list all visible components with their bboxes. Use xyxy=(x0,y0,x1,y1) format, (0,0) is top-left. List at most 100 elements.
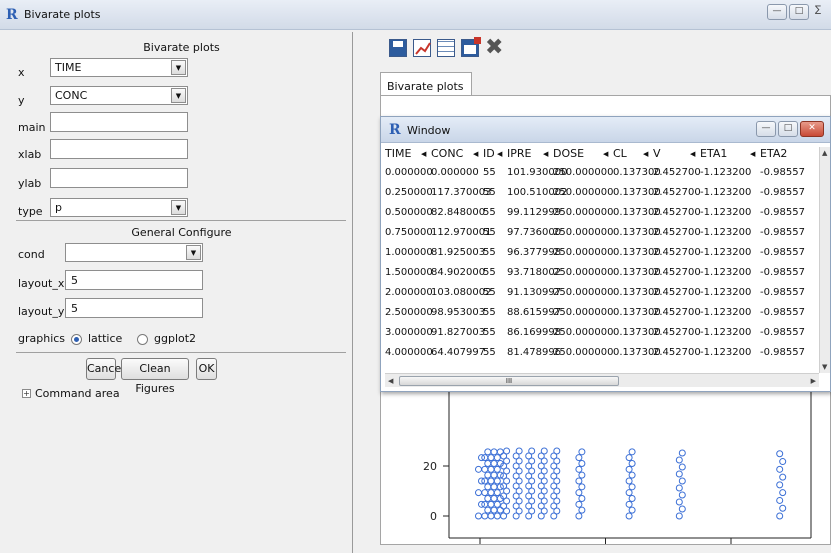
table-cell[interactable]: 250.000000 xyxy=(553,267,613,287)
layout-y-input[interactable]: 5 xyxy=(65,298,203,318)
ok-button[interactable]: OK xyxy=(196,358,217,380)
table-cell[interactable]: 84.902000 xyxy=(431,267,485,287)
table-cell[interactable]: 55 xyxy=(483,287,496,307)
clean-figures-button[interactable]: Clean Figures xyxy=(121,358,189,395)
table-cell[interactable]: 2.000000 xyxy=(385,287,433,307)
table-cell[interactable]: 55 xyxy=(483,167,496,187)
close-icon[interactable]: ✕ xyxy=(800,121,824,137)
table-cell[interactable]: 64.407997 xyxy=(431,347,485,367)
table-cell[interactable]: -0.98557 xyxy=(760,327,805,347)
table-cell[interactable]: 2.452700 xyxy=(653,267,701,287)
table-cell[interactable]: 2.452700 xyxy=(653,287,701,307)
table-cell[interactable]: -0.98557 xyxy=(760,227,805,247)
chevron-down-icon[interactable]: ▼ xyxy=(171,200,186,215)
table-icon[interactable] xyxy=(437,39,455,57)
table-cell[interactable]: -1.123200 xyxy=(700,167,751,187)
chevron-down-icon[interactable]: ▼ xyxy=(171,88,186,103)
table-cell[interactable]: -0.98557 xyxy=(760,307,805,327)
table-cell[interactable]: 0.250000 xyxy=(385,187,433,207)
scroll-down-icon[interactable]: ▼ xyxy=(822,363,827,371)
maximize-icon[interactable]: □ xyxy=(778,121,798,137)
expand-plus-icon[interactable]: + xyxy=(22,389,31,398)
xlab-input[interactable] xyxy=(50,139,188,159)
cond-select[interactable]: ▼ xyxy=(65,243,203,262)
close-icon[interactable]: ✖ xyxy=(485,35,503,60)
radio-ggplot2[interactable] xyxy=(137,334,148,345)
table-cell[interactable]: 2.452700 xyxy=(653,187,701,207)
minimize-icon[interactable]: — xyxy=(756,121,776,137)
table-cell[interactable]: -0.98557 xyxy=(760,247,805,267)
column-header[interactable]: CL xyxy=(613,147,627,167)
vertical-scrollbar[interactable]: ▲ ▼ xyxy=(819,147,830,373)
table-cell[interactable]: 98.953003 xyxy=(431,307,485,327)
chevron-down-icon[interactable]: ▼ xyxy=(186,245,201,260)
edit-icon[interactable] xyxy=(461,37,481,57)
table-cell[interactable]: 2.452700 xyxy=(653,247,701,267)
type-select[interactable]: p ▼ xyxy=(50,198,188,217)
table-cell[interactable]: -1.123200 xyxy=(700,307,751,327)
table-cell[interactable]: 3.000000 xyxy=(385,327,433,347)
y-select[interactable]: CONC ▼ xyxy=(50,86,188,105)
table-cell[interactable]: 55 xyxy=(483,247,496,267)
table-cell[interactable]: 91.827003 xyxy=(431,327,485,347)
chevron-down-icon[interactable]: ▼ xyxy=(171,60,186,75)
table-cell[interactable]: 55 xyxy=(483,347,496,367)
table-cell[interactable]: -1.123200 xyxy=(700,227,751,247)
table-cell[interactable]: 250.000000 xyxy=(553,247,613,267)
scroll-left-icon[interactable]: ◀ xyxy=(388,377,393,385)
table-cell[interactable]: 2.452700 xyxy=(653,207,701,227)
table-cell[interactable]: -1.123200 xyxy=(700,287,751,307)
table-cell[interactable]: 81.925003 xyxy=(431,247,485,267)
table-cell[interactable]: -1.123200 xyxy=(700,247,751,267)
table-cell[interactable]: -0.98557 xyxy=(760,267,805,287)
table-cell[interactable]: 250.000000 xyxy=(553,187,613,207)
cancel-button[interactable]: Cancel xyxy=(86,358,124,380)
scroll-right-icon[interactable]: ▶ xyxy=(811,377,816,385)
table-cell[interactable]: 2.452700 xyxy=(653,327,701,347)
table-cell[interactable]: 0.750000 xyxy=(385,227,433,247)
table-cell[interactable]: 2.500000 xyxy=(385,307,433,327)
table-cell[interactable]: 2.452700 xyxy=(653,227,701,247)
scroll-up-icon[interactable]: ▲ xyxy=(822,149,827,157)
column-header[interactable]: ETA1 xyxy=(700,147,727,167)
table-cell[interactable]: 1.000000 xyxy=(385,247,433,267)
table-cell[interactable]: -0.98557 xyxy=(760,347,805,367)
table-cell[interactable]: -0.98557 xyxy=(760,187,805,207)
table-cell[interactable]: 250.000000 xyxy=(553,347,613,367)
tab-bivarate-plots[interactable]: Bivarate plots xyxy=(380,72,472,96)
table-cell[interactable]: 4.000000 xyxy=(385,347,433,367)
radio-lattice[interactable] xyxy=(71,334,82,345)
table-cell[interactable]: -1.123200 xyxy=(700,207,751,227)
table-cell[interactable]: 82.848000 xyxy=(431,207,485,227)
table-cell[interactable]: 250.000000 xyxy=(553,327,613,347)
column-header[interactable]: ID xyxy=(483,147,495,167)
x-select[interactable]: TIME ▼ xyxy=(50,58,188,77)
sort-arrow-icon[interactable]: ◀ xyxy=(497,150,502,170)
column-header[interactable]: CONC xyxy=(431,147,463,167)
column-header[interactable]: V xyxy=(653,147,661,167)
table-cell[interactable]: 2.452700 xyxy=(653,347,701,367)
table-cell[interactable]: 250.000000 xyxy=(553,307,613,327)
close-icon[interactable]: ∑ xyxy=(811,4,825,20)
table-cell[interactable]: 2.452700 xyxy=(653,307,701,327)
table-cell[interactable]: 250.000000 xyxy=(553,227,613,247)
scroll-thumb[interactable]: III xyxy=(399,376,619,386)
column-header[interactable]: TIME xyxy=(385,147,411,167)
table-cell[interactable]: 0.000000 xyxy=(385,167,433,187)
save-icon[interactable] xyxy=(389,39,407,57)
table-cell[interactable]: 250.000000 xyxy=(553,207,613,227)
table-cell[interactable]: -1.123200 xyxy=(700,187,751,207)
layout-x-input[interactable]: 5 xyxy=(65,270,203,290)
table-cell[interactable]: 1.500000 xyxy=(385,267,433,287)
table-cell[interactable]: -1.123200 xyxy=(700,327,751,347)
table-cell[interactable]: -1.123200 xyxy=(700,347,751,367)
horizontal-scrollbar[interactable]: ◀ III ▶ xyxy=(385,373,819,387)
minimize-icon[interactable]: — xyxy=(767,4,787,20)
table-cell[interactable]: -0.98557 xyxy=(760,167,805,187)
table-cell[interactable]: 0.000000 xyxy=(431,167,479,187)
table-cell[interactable]: 2.452700 xyxy=(653,167,701,187)
ylab-input[interactable] xyxy=(50,168,188,188)
table-cell[interactable]: 55 xyxy=(483,267,496,287)
table-cell[interactable]: -1.123200 xyxy=(700,267,751,287)
table-cell[interactable]: -0.98557 xyxy=(760,207,805,227)
